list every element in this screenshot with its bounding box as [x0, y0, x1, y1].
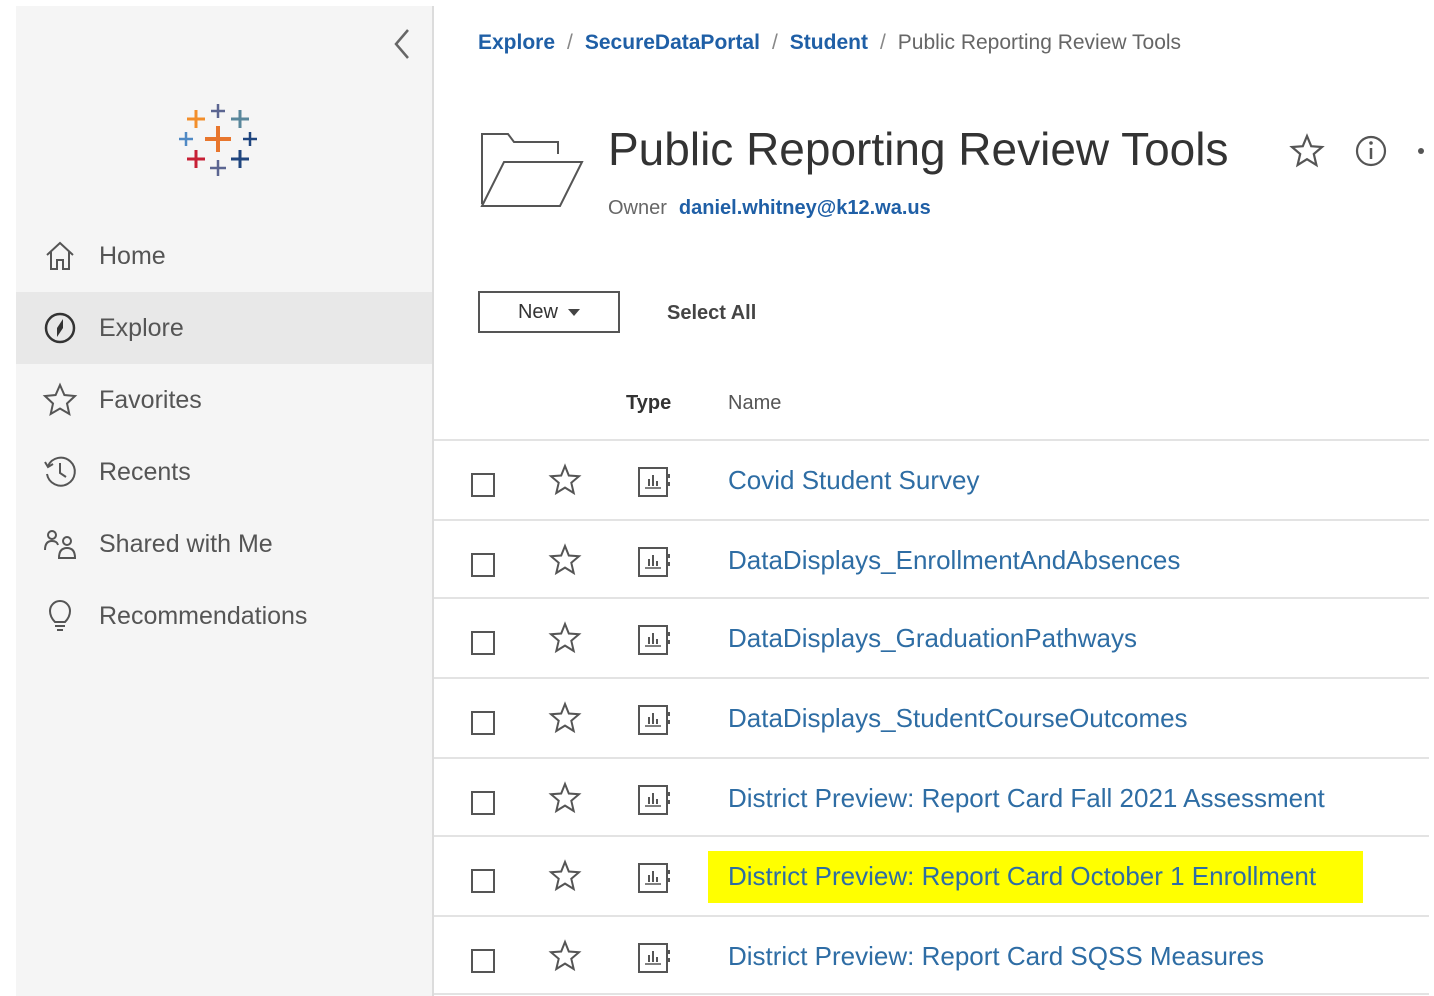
row-checkbox[interactable] — [471, 791, 495, 815]
table-row[interactable]: Covid Student Survey — [434, 441, 1429, 519]
workbook-name-link[interactable]: District Preview: Report Card October 1 … — [728, 857, 1316, 895]
sidebar-item-favorites[interactable]: Favorites — [16, 364, 432, 436]
table-row[interactable]: DataDisplays_EnrollmentAndAbsences — [434, 521, 1429, 599]
workbook-name-link[interactable]: Covid Student Survey — [728, 461, 979, 499]
table-row[interactable]: District Preview: Report Card Fall 2021 … — [434, 759, 1429, 837]
favorite-star-icon[interactable] — [548, 701, 582, 735]
breadcrumb-separator: / — [771, 31, 778, 54]
star-icon — [42, 382, 78, 417]
workbook-icon — [638, 625, 670, 655]
sidebar-item-label: Recommendations — [99, 602, 308, 630]
row-checkbox[interactable] — [471, 949, 495, 973]
folder-icon — [480, 133, 584, 207]
favorite-star-icon[interactable] — [548, 621, 582, 655]
workbook-icon — [638, 547, 670, 577]
compass-icon — [44, 312, 76, 344]
table-row[interactable]: DataDisplays_GraduationPathways — [434, 599, 1429, 677]
sidebar-item-label: Explore — [99, 314, 184, 342]
home-icon — [46, 241, 74, 270]
row-checkbox[interactable] — [471, 631, 495, 655]
collapse-sidebar-icon[interactable] — [388, 26, 418, 62]
more-actions-icon[interactable] — [1418, 148, 1424, 154]
table-row[interactable]: DataDisplays_StudentCourseOutcomes — [434, 679, 1429, 757]
info-icon[interactable] — [1352, 132, 1390, 170]
sidebar-item-label: Favorites — [99, 386, 202, 414]
table-row[interactable]: District Preview: Report Card SQSS Measu… — [434, 917, 1429, 995]
workbook-name-link[interactable]: DataDisplays_StudentCourseOutcomes — [728, 699, 1188, 737]
breadcrumb-student[interactable]: Student — [790, 31, 868, 55]
workbook-icon — [638, 863, 670, 893]
sidebar-item-label: Recents — [99, 458, 191, 486]
workbook-icon — [638, 943, 670, 973]
favorite-star-icon[interactable] — [1288, 132, 1326, 170]
owner-label: Owner — [608, 197, 667, 219]
shared-users-icon — [44, 530, 77, 559]
favorite-star-icon[interactable] — [548, 543, 582, 577]
owner-email-link[interactable]: daniel.whitney@k12.wa.us — [679, 197, 931, 219]
favorite-star-icon[interactable] — [548, 859, 582, 893]
tableau-logo — [179, 104, 257, 176]
breadcrumb-securedataportal[interactable]: SecureDataPortal — [585, 31, 760, 55]
row-checkbox[interactable] — [471, 711, 495, 735]
sidebar-item-home[interactable]: Home — [16, 220, 432, 292]
table-row[interactable]: District Preview: Report Card October 1 … — [434, 837, 1429, 915]
favorite-star-icon[interactable] — [548, 781, 582, 815]
row-checkbox[interactable] — [471, 553, 495, 577]
new-button[interactable]: New — [478, 291, 620, 333]
breadcrumb-explore[interactable]: Explore — [478, 31, 555, 55]
workbook-name-link[interactable]: District Preview: Report Card SQSS Measu… — [728, 937, 1264, 975]
sidebar-item-recommendations[interactable]: Recommendations — [16, 580, 432, 652]
sidebar-item-label: Home — [99, 242, 166, 270]
favorite-star-icon[interactable] — [548, 463, 582, 497]
row-checkbox[interactable] — [471, 473, 495, 497]
breadcrumb: Explore / SecureDataPortal / Student / P… — [478, 26, 1181, 60]
clock-icon — [44, 456, 76, 487]
workbook-name-link[interactable]: District Preview: Report Card Fall 2021 … — [728, 779, 1325, 817]
column-header-name[interactable]: Name — [728, 392, 781, 415]
row-checkbox[interactable] — [471, 869, 495, 893]
caret-down-icon — [568, 308, 580, 316]
workbook-icon — [638, 467, 670, 497]
workbook-icon — [638, 705, 670, 735]
breadcrumb-current: Public Reporting Review Tools — [897, 31, 1182, 54]
sidebar-item-recents[interactable]: Recents — [16, 436, 432, 508]
favorite-star-icon[interactable] — [548, 939, 582, 973]
workbook-name-link[interactable]: DataDisplays_EnrollmentAndAbsences — [728, 541, 1180, 579]
breadcrumb-separator: / — [879, 31, 886, 54]
workbook-icon — [638, 785, 670, 815]
owner-row: Owner daniel.whitney@k12.wa.us — [608, 194, 931, 222]
page-title: Public Reporting Review Tools — [608, 123, 1229, 175]
new-button-label: New — [517, 300, 558, 323]
sidebar-item-shared-with-me[interactable]: Shared with Me — [16, 508, 432, 580]
column-header-type[interactable]: Type — [626, 392, 671, 415]
lightbulb-icon — [48, 600, 72, 631]
workbook-name-link[interactable]: DataDisplays_GraduationPathways — [728, 619, 1137, 657]
select-all-button[interactable]: Select All — [667, 298, 756, 328]
sidebar-item-label: Shared with Me — [99, 530, 273, 558]
sidebar-item-explore[interactable]: Explore — [16, 292, 432, 364]
breadcrumb-separator: / — [567, 31, 573, 54]
